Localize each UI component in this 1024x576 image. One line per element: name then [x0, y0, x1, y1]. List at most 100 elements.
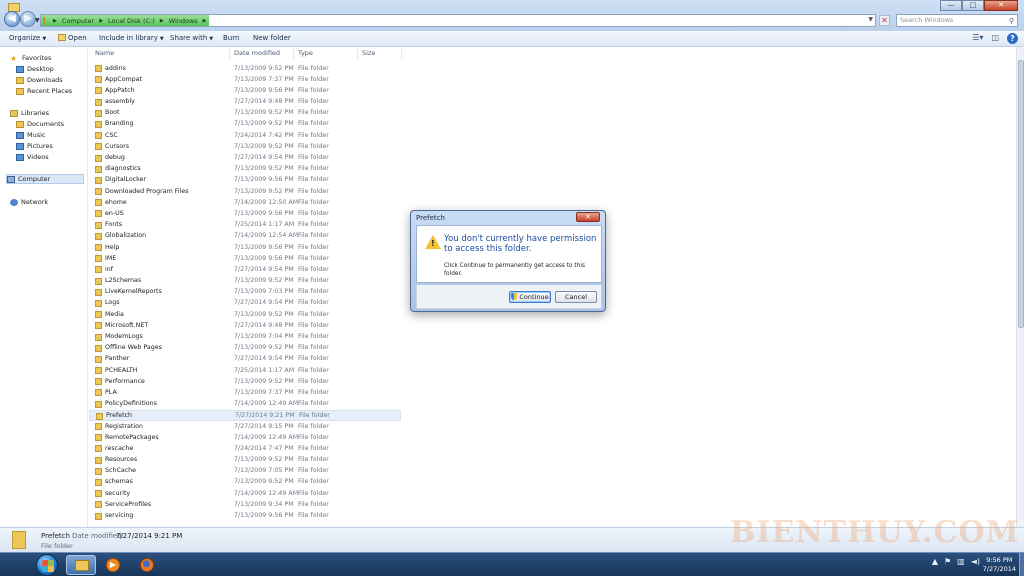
- table-row[interactable]: SchCache 7/13/2009 7:05 PM File folder: [89, 466, 401, 477]
- table-row[interactable]: debug 7/27/2014 9:54 PM File folder: [89, 153, 401, 164]
- table-row[interactable]: Branding 7/13/2009 9:52 PM File folder: [89, 119, 401, 130]
- taskbar-media-player-button[interactable]: ▶: [98, 555, 128, 575]
- vertical-scrollbar[interactable]: [1016, 47, 1024, 527]
- preview-pane-icon[interactable]: ◫: [991, 33, 999, 44]
- chevron-right-icon[interactable]: ▶: [99, 18, 103, 24]
- table-row[interactable]: AppCompat 7/13/2009 7:37 PM File folder: [89, 74, 401, 85]
- table-row[interactable]: Help 7/13/2009 9:56 PM File folder: [89, 242, 401, 253]
- table-row[interactable]: DigitalLocker 7/13/2009 9:56 PM File folde…: [89, 175, 401, 186]
- continue-button[interactable]: Continue: [509, 291, 551, 303]
- taskbar-explorer-button[interactable]: [66, 555, 96, 575]
- nav-documents[interactable]: Documents: [16, 119, 64, 129]
- table-row[interactable]: PolicyDefinitions 7/14/2009 12:49 AM File …: [89, 399, 401, 410]
- table-row[interactable]: addins 7/13/2009 9:52 PM File folder: [89, 63, 401, 74]
- table-row[interactable]: diagnostics 7/13/2009 9:52 PM File folder: [89, 164, 401, 175]
- help-icon[interactable]: ?: [1007, 33, 1018, 44]
- table-row[interactable]: Logs 7/27/2014 9:54 PM File folder: [89, 298, 401, 309]
- table-row[interactable]: LiveKernelReports 7/13/2009 7:03 PM File f…: [89, 287, 401, 298]
- clock[interactable]: 9:56 PM 7/27/2014: [983, 556, 1016, 574]
- back-button[interactable]: ◀: [4, 11, 20, 27]
- forward-button[interactable]: ▶: [20, 11, 36, 27]
- breadcrumb-local-disk[interactable]: Local Disk (C:): [108, 17, 155, 25]
- table-row[interactable]: Prefetch 7/27/2014 9:21 PM File folder: [89, 409, 401, 421]
- nav-videos[interactable]: Videos: [16, 152, 49, 162]
- show-hidden-icons-icon[interactable]: ▲: [932, 557, 938, 566]
- column-divider[interactable]: [401, 48, 402, 60]
- cancel-button[interactable]: Cancel: [555, 291, 597, 303]
- nav-network[interactable]: Network: [10, 197, 48, 207]
- table-row[interactable]: CSC 7/24/2014 7:42 PM File folder: [89, 130, 401, 141]
- minimize-button[interactable]: —: [940, 0, 962, 11]
- nav-favorites[interactable]: ★ Favorites: [10, 53, 51, 63]
- table-row[interactable]: IME 7/13/2009 9:56 PM File folder: [89, 253, 401, 264]
- table-row[interactable]: ehome 7/14/2009 12:50 AM File folder: [89, 197, 401, 208]
- table-row[interactable]: Resources 7/13/2009 9:52 PM File folder: [89, 455, 401, 466]
- table-row[interactable]: Microsoft.NET 7/27/2014 9:48 PM File folde…: [89, 320, 401, 331]
- table-row[interactable]: L2Schemas 7/13/2009 9:52 PM File folder: [89, 276, 401, 287]
- change-view-icon[interactable]: ☰▾: [972, 33, 983, 44]
- table-row[interactable]: Boot 7/13/2009 9:52 PM File folder: [89, 108, 401, 119]
- column-divider[interactable]: [229, 48, 230, 60]
- table-row[interactable]: Globalization 7/14/2009 12:54 AM File fold…: [89, 231, 401, 242]
- nav-computer[interactable]: Computer: [6, 174, 84, 184]
- folder-icon: [95, 490, 102, 498]
- column-header-size[interactable]: Size: [362, 49, 375, 59]
- chevron-right-icon[interactable]: ▶: [53, 18, 57, 24]
- table-row[interactable]: security 7/14/2009 12:49 AM File folder: [89, 488, 401, 499]
- table-row[interactable]: inf 7/27/2014 9:54 PM File folder: [89, 264, 401, 275]
- table-row[interactable]: Offline Web Pages 7/13/2009 9:52 PM File f…: [89, 343, 401, 354]
- column-header-name[interactable]: Name: [95, 49, 114, 59]
- breadcrumb-computer[interactable]: Computer: [62, 17, 94, 25]
- nav-desktop[interactable]: Desktop: [16, 64, 54, 74]
- table-row[interactable]: Media 7/13/2009 9:52 PM File folder: [89, 309, 401, 320]
- table-row[interactable]: Performance 7/13/2009 9:52 PM File folder: [89, 376, 401, 387]
- table-row[interactable]: en-US 7/13/2009 9:56 PM File folder: [89, 208, 401, 219]
- recent-pages-dropdown-icon[interactable]: ▼: [35, 17, 40, 24]
- chevron-right-icon[interactable]: ▶: [160, 18, 164, 24]
- new-folder-button[interactable]: New folder: [253, 34, 291, 42]
- table-row[interactable]: ModemLogs 7/13/2009 7:04 PM File folder: [89, 332, 401, 343]
- organize-button[interactable]: Organize ▼: [9, 34, 46, 42]
- table-row[interactable]: assembly 7/27/2014 9:48 PM File folder: [89, 97, 401, 108]
- table-row[interactable]: PCHEALTH 7/25/2014 1:17 AM File folder: [89, 365, 401, 376]
- nav-pictures[interactable]: Pictures: [16, 141, 53, 151]
- table-row[interactable]: PLA 7/13/2009 7:37 PM File folder: [89, 387, 401, 398]
- nav-libraries[interactable]: Libraries: [10, 108, 49, 118]
- table-row[interactable]: RemotePackages 7/14/2009 12:49 AM File fol…: [89, 432, 401, 443]
- show-desktop-button[interactable]: [1019, 553, 1024, 576]
- column-header-type[interactable]: Type: [298, 49, 313, 59]
- file-date: 7/13/2009 9:56 PM: [234, 209, 294, 217]
- include-in-library-button[interactable]: Include in library ▼: [99, 34, 164, 42]
- maximize-button[interactable]: □: [962, 0, 984, 11]
- table-row[interactable]: AppPatch 7/13/2009 9:56 PM File folder: [89, 85, 401, 96]
- flag-icon[interactable]: ⚑: [944, 557, 951, 566]
- table-row[interactable]: Panther 7/27/2014 9:54 PM File folder: [89, 354, 401, 365]
- nav-recent-places[interactable]: Recent Places: [16, 86, 72, 96]
- start-button[interactable]: [36, 554, 58, 576]
- breadcrumb-windows[interactable]: Windows: [169, 17, 198, 25]
- scrollbar-thumb[interactable]: [1018, 60, 1024, 328]
- table-row[interactable]: ServiceProfiles 7/13/2009 9:34 PM File fol…: [89, 499, 401, 510]
- share-with-button[interactable]: Share with ▼: [170, 34, 213, 42]
- burn-button[interactable]: Burn: [223, 34, 239, 42]
- table-row[interactable]: servicing 7/13/2009 9:56 PM File folder: [89, 511, 401, 522]
- dialog-close-button[interactable]: ✕: [576, 212, 600, 222]
- open-button[interactable]: Open: [58, 34, 87, 42]
- nav-downloads[interactable]: Downloads: [16, 75, 63, 85]
- column-header-date[interactable]: Date modified: [234, 49, 280, 59]
- volume-icon[interactable]: ◄): [971, 557, 980, 566]
- table-row[interactable]: Downloaded Program Files 7/13/2009 9:52 P…: [89, 186, 401, 197]
- table-row[interactable]: schemas 7/13/2009 9:52 PM File folder: [89, 477, 401, 488]
- table-row[interactable]: Cursors 7/13/2009 9:52 PM File folder: [89, 141, 401, 152]
- column-divider[interactable]: [357, 48, 358, 60]
- table-row[interactable]: Registration 7/27/2014 9:15 PM File folder: [89, 421, 401, 432]
- taskbar-firefox-button[interactable]: [132, 555, 162, 575]
- column-divider[interactable]: [293, 48, 294, 60]
- close-window-button[interactable]: ✕: [984, 0, 1018, 11]
- nav-music[interactable]: Music: [16, 130, 46, 140]
- table-row[interactable]: rescache 7/24/2014 7:47 PM File folder: [89, 443, 401, 454]
- file-date: 7/13/2009 7:37 PM: [234, 75, 294, 83]
- chevron-right-icon[interactable]: ▶: [203, 18, 207, 24]
- network-tray-icon[interactable]: ▥: [957, 557, 965, 566]
- table-row[interactable]: Fonts 7/25/2014 1:17 AM File folder: [89, 220, 401, 231]
